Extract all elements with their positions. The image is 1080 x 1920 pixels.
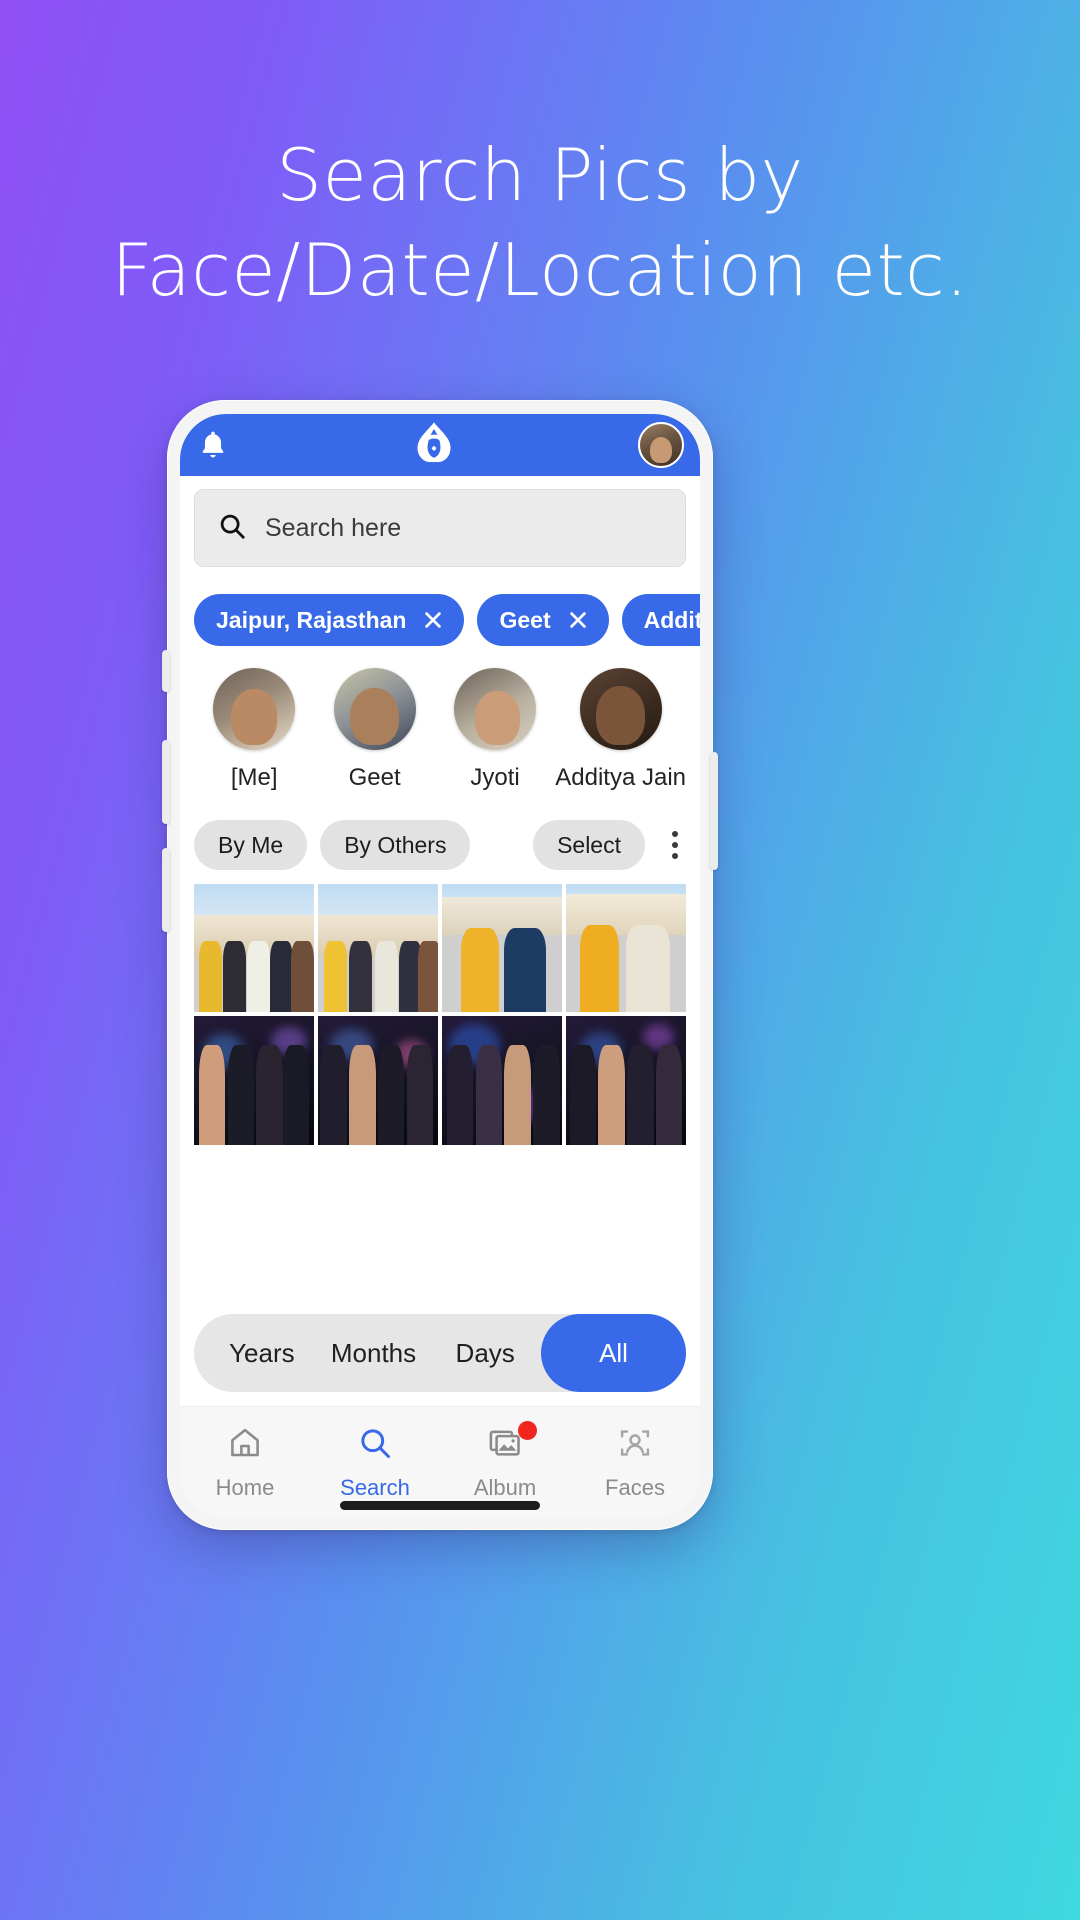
app-bar: [180, 414, 700, 476]
nav-label: Faces: [605, 1474, 665, 1500]
face-item[interactable]: Jyoti: [435, 668, 555, 792]
home-indicator: [340, 1501, 540, 1510]
promo-headline: Search Pics by Face/Date/Location etc.: [0, 128, 1080, 318]
search-input[interactable]: Search here: [194, 489, 686, 567]
user-avatar[interactable]: [638, 422, 684, 468]
nav-item-faces[interactable]: Faces: [570, 1425, 700, 1501]
avatar: [333, 668, 416, 750]
phone-button-volume-up: [162, 740, 170, 824]
time-range-section: Years Months Days All: [180, 1314, 700, 1406]
photo-thumbnail[interactable]: [566, 884, 686, 1013]
nav-item-home[interactable]: Home: [180, 1425, 310, 1501]
filter-chip-label: Additya Jain: [643, 606, 700, 633]
segment-days[interactable]: Days: [429, 1338, 541, 1369]
segment-months[interactable]: Months: [318, 1338, 430, 1369]
headline-line-1: Search Pics by: [276, 133, 804, 217]
photo-thumbnail[interactable]: [318, 1016, 438, 1145]
select-button[interactable]: Select: [533, 820, 645, 870]
headline-line-2: Face/Date/Location etc.: [111, 228, 969, 313]
search-placeholder: Search here: [265, 513, 402, 542]
avatar: [454, 668, 537, 750]
face-name: Geet: [348, 764, 401, 791]
filter-chip[interactable]: Geet: [477, 594, 609, 646]
phone-button-silent: [162, 650, 170, 692]
time-range-segmented-control: Years Months Days All: [194, 1314, 687, 1392]
filter-chip-label: Jaipur, Rajasthan: [216, 606, 407, 633]
face-name: Jyoti: [470, 764, 520, 791]
filter-chip[interactable]: Additya Jain: [621, 594, 700, 646]
search-section: Search here: [180, 476, 700, 567]
nav-label: Search: [340, 1474, 410, 1500]
face-item[interactable]: Geet: [314, 668, 434, 792]
photo-thumbnail[interactable]: [442, 1016, 562, 1145]
photo-thumbnail[interactable]: [194, 884, 314, 1013]
nav-item-album[interactable]: Album: [440, 1420, 570, 1501]
phone-mockup: Search here Jaipur, Rajasthan Geet Addit…: [162, 400, 718, 1530]
face-filter-row: [Me] Geet Jyoti Additya Jain: [180, 646, 700, 792]
close-icon[interactable]: [567, 609, 589, 631]
bell-icon[interactable]: [196, 428, 230, 462]
face-item[interactable]: [Me]: [194, 668, 314, 792]
avatar: [213, 668, 296, 750]
phone-button-volume-down: [162, 848, 170, 932]
phone-screen: Search here Jaipur, Rajasthan Geet Addit…: [180, 414, 700, 1518]
faces-icon: [617, 1425, 653, 1466]
close-icon[interactable]: [422, 609, 444, 631]
nav-label: Album: [473, 1474, 537, 1500]
segment-all[interactable]: All: [541, 1314, 687, 1392]
active-filters: Jaipur, Rajasthan Geet Additya Jain: [180, 567, 700, 646]
photo-thumbnail[interactable]: [318, 884, 438, 1013]
triquetra-logo: [407, 418, 461, 472]
face-name: [Me]: [230, 764, 278, 791]
filter-chip[interactable]: Jaipur, Rajasthan: [194, 594, 465, 646]
phone-button-power: [710, 752, 718, 870]
photo-grid: [180, 870, 700, 1145]
avatar: [579, 668, 662, 750]
nav-label: Home: [215, 1474, 275, 1500]
filter-by-me-button[interactable]: By Me: [194, 820, 308, 870]
photo-thumbnail[interactable]: [442, 884, 562, 1013]
kebab-menu-icon[interactable]: [658, 828, 692, 862]
filter-by-others-button[interactable]: By Others: [320, 820, 471, 870]
status-badge: [518, 1420, 537, 1440]
filter-chip-label: Geet: [499, 606, 551, 633]
face-name: Additya Jain: [555, 764, 687, 791]
photo-thumbnail[interactable]: [194, 1016, 314, 1145]
search-icon: [357, 1425, 393, 1466]
segment-years[interactable]: Years: [206, 1338, 318, 1369]
gallery-toolbar: By Me By Others Select: [180, 792, 700, 870]
photo-thumbnail[interactable]: [566, 1016, 686, 1145]
nav-item-search[interactable]: Search: [310, 1425, 440, 1501]
face-item[interactable]: Additya Jain: [555, 668, 686, 792]
home-icon: [227, 1425, 263, 1466]
search-icon: [217, 511, 247, 546]
